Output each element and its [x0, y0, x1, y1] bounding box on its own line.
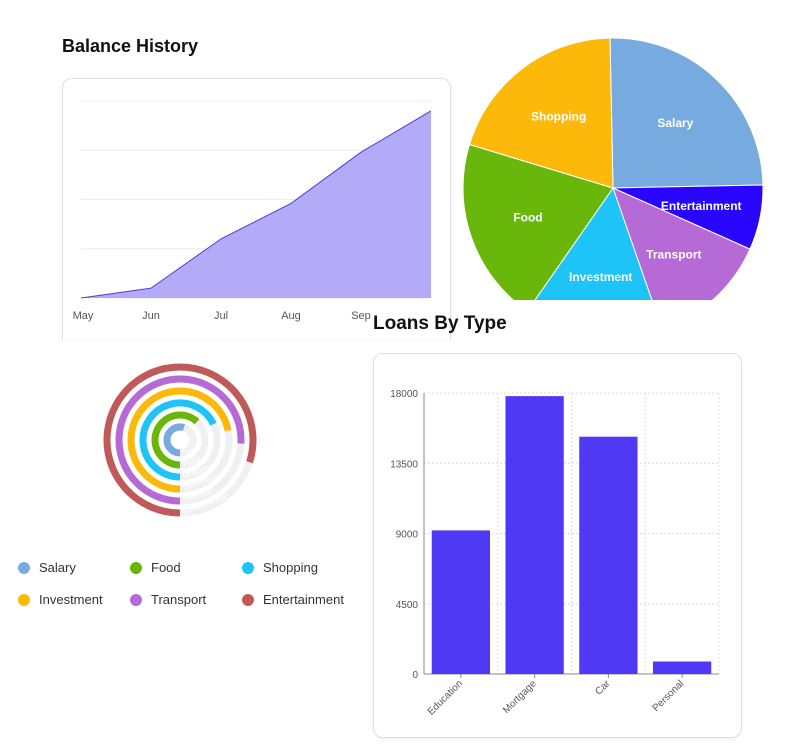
legend-dot — [18, 593, 30, 606]
x-tick-label: May — [73, 310, 94, 322]
y-tick-label: 0 — [412, 670, 418, 681]
legend-label: Shopping — [263, 560, 318, 575]
y-tick-label: 4500 — [396, 600, 419, 611]
legend-dot — [130, 593, 142, 606]
legend-dot — [130, 561, 142, 574]
legend-item-entertainment[interactable]: Entertainment — [242, 592, 344, 607]
x-tick-label: Aug — [281, 310, 301, 322]
legend-dot — [242, 593, 254, 606]
loans-card: 0 4500 9000 13500 18000 Education Mortgage Car P… — [373, 353, 742, 738]
x-tick-label: Jul — [214, 310, 228, 322]
legend-label: Salary — [39, 560, 76, 575]
legend-label: Food — [151, 560, 181, 575]
balance-history-title: Balance History — [62, 36, 199, 56]
legend-item-transport[interactable]: Transport — [130, 592, 206, 607]
x-tick-label: Jun — [142, 310, 160, 322]
legend-label: Transport — [151, 592, 207, 607]
pie-slices — [462, 37, 764, 300]
x-tick-label: Car — [593, 678, 613, 698]
balance-history-chart: May Jun Jul Aug Sep — [73, 100, 432, 322]
balance-area — [81, 110, 431, 298]
legend-dot — [242, 561, 254, 574]
x-tick-label: Mortgage — [501, 678, 539, 716]
legend-item-salary[interactable]: Salary — [18, 560, 76, 575]
pie-label: Transport — [646, 247, 701, 261]
pie-label: Shopping — [531, 109, 586, 123]
y-tick-label: 13500 — [390, 459, 418, 470]
loans-bar-chart: 0 4500 9000 13500 18000 Education Mortgage Car P… — [390, 389, 720, 718]
y-tick-label: 9000 — [396, 530, 419, 541]
pie-label: Entertainment — [661, 199, 742, 213]
legend-dot — [18, 561, 30, 574]
pie-slice-salary — [609, 37, 764, 189]
loans-title: Loans By Type — [373, 313, 507, 334]
pie-label: Food — [513, 211, 542, 225]
radial-bar-chart: SalaryFoodShoppingInvestmentTransportEnt… — [103, 363, 257, 517]
bar-education — [431, 530, 491, 674]
pie-label: Salary — [657, 116, 693, 130]
bar-car — [579, 436, 638, 674]
x-tick-label: Personal — [651, 678, 687, 714]
pie-label: Investment — [569, 270, 632, 284]
legend-item-investment[interactable]: Investment — [18, 592, 103, 607]
bar-mortgage — [505, 396, 564, 674]
y-tick-label: 18000 — [390, 389, 418, 400]
x-tick-label: Education — [426, 678, 465, 717]
category-pie-chart: Salary Entertainment Transport Investment Fo… — [462, 37, 764, 300]
legend-item-shopping[interactable]: Shopping — [242, 560, 318, 575]
x-tick-label: Sep — [351, 310, 371, 322]
legend-label: Entertainment — [263, 592, 344, 607]
legend-label: Investment — [39, 592, 103, 607]
legend-item-food[interactable]: Food — [130, 560, 181, 575]
balance-history-card: May Jun Jul Aug Sep — [62, 78, 451, 339]
bar-personal — [652, 661, 712, 674]
